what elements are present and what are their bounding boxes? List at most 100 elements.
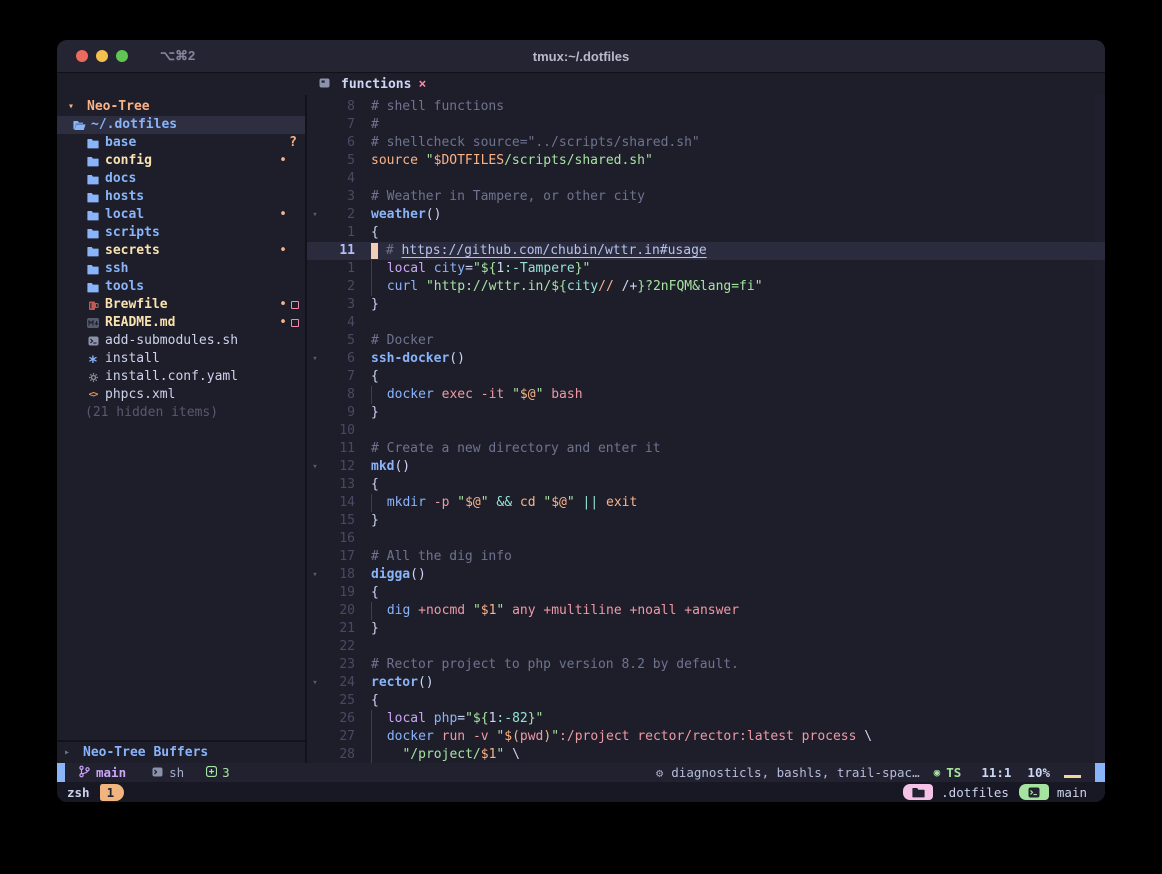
fold-column <box>307 692 323 710</box>
code-line[interactable]: ▾12mkd() <box>307 458 1105 476</box>
fold-column <box>307 116 323 134</box>
tmux-session-name[interactable]: zsh <box>67 785 90 800</box>
folder-icon <box>85 282 101 293</box>
code-line[interactable]: ▾6ssh-docker() <box>307 350 1105 368</box>
sign-column <box>355 206 371 224</box>
code-line[interactable]: 8# shell functions <box>307 98 1105 116</box>
fold-chevron-icon[interactable]: ▾ <box>307 350 323 368</box>
tree-item-secrets[interactable]: secrets• <box>57 242 305 260</box>
code-line[interactable]: 4 <box>307 314 1105 332</box>
fold-chevron-icon[interactable]: ▾ <box>307 566 323 584</box>
fold-chevron-icon[interactable]: ▾ <box>307 458 323 476</box>
tree-item-install[interactable]: *install <box>57 350 305 368</box>
code-line[interactable]: 16 <box>307 530 1105 548</box>
code-buffer[interactable]: 8# shell functions7#6# shellcheck source… <box>307 95 1105 763</box>
code-line[interactable]: 4 <box>307 170 1105 188</box>
code-line[interactable]: 11 # https://github.com/chubin/wttr.in#u… <box>307 242 1105 260</box>
tree-item-readme-md[interactable]: README.md• <box>57 314 305 332</box>
code-token: docker <box>387 728 434 746</box>
code-line[interactable]: 14 mkdir -p "$@" && cd "$@" || exit <box>307 494 1105 512</box>
buffers-section-title: Neo-Tree Buffers <box>83 745 208 760</box>
code-token <box>379 728 387 746</box>
code-line[interactable]: ▾24rector() <box>307 674 1105 692</box>
tree-item-brewfile[interactable]: Brewfile• <box>57 296 305 314</box>
code-line[interactable]: ▾2weather() <box>307 206 1105 224</box>
tree-item-tools[interactable]: tools <box>57 278 305 296</box>
tree-item-scripts[interactable]: scripts <box>57 224 305 242</box>
code-line[interactable]: 1 local city="${1:-Tampere}" <box>307 260 1105 278</box>
tree-item-add-submodules-sh[interactable]: add-submodules.sh <box>57 332 305 350</box>
text-cursor <box>371 243 378 259</box>
line-number: 8 <box>323 98 355 116</box>
code-line[interactable]: 2 curl "http://wttr.in/${city// /+}?2nFQ… <box>307 278 1105 296</box>
fold-column <box>307 746 323 763</box>
code-line[interactable]: 7{ <box>307 368 1105 386</box>
tree-item-base[interactable]: base? <box>57 134 305 152</box>
tree-item-hosts[interactable]: hosts <box>57 188 305 206</box>
code-line[interactable]: 1{ <box>307 224 1105 242</box>
tree-item-config[interactable]: config• <box>57 152 305 170</box>
code-line[interactable]: 7# <box>307 116 1105 134</box>
fold-column <box>307 530 323 548</box>
tab-label: functions <box>341 77 411 92</box>
indent-guide <box>371 728 379 746</box>
code-line[interactable]: 27 docker run -v "$(pwd)":/project recto… <box>307 728 1105 746</box>
code-line[interactable]: 15} <box>307 512 1105 530</box>
code-token <box>465 602 473 620</box>
code-line[interactable]: 3# Weather in Tampere, or other city <box>307 188 1105 206</box>
code-line[interactable]: 11# Create a new directory and enter it <box>307 440 1105 458</box>
indent-guide <box>371 746 379 763</box>
editor-pane[interactable]: 8# shell functions7#6# shellcheck source… <box>307 95 1105 763</box>
code-token: () <box>410 566 426 584</box>
tree-item-ssh[interactable]: ssh <box>57 260 305 278</box>
code-line[interactable]: 8 docker exec -it "$@" bash <box>307 386 1105 404</box>
code-token <box>379 746 402 763</box>
code-line[interactable]: 25{ <box>307 692 1105 710</box>
line-number: 2 <box>323 206 355 224</box>
code-token: docker <box>387 386 434 404</box>
code-line[interactable]: 20 dig +nocmd "$1" any +multiline +noall… <box>307 602 1105 620</box>
code-line[interactable]: 5source "$DOTFILES/scripts/shared.sh" <box>307 152 1105 170</box>
code-line[interactable]: 28 "/project/$1" \ <box>307 746 1105 763</box>
code-line[interactable]: 23# Rector project to php version 8.2 by… <box>307 656 1105 674</box>
tmux-window-badge[interactable]: 1 <box>100 784 125 801</box>
code-token <box>536 602 544 620</box>
code-line[interactable]: 10 <box>307 422 1105 440</box>
code-token: $( <box>504 728 520 746</box>
code-line[interactable]: 6# shellcheck source="../scripts/shared.… <box>307 134 1105 152</box>
titlebar[interactable]: ⌥⌘2 tmux:~/.dotfiles <box>57 40 1105 73</box>
tree-item-local[interactable]: local• <box>57 206 305 224</box>
tree-item-install-conf-yaml[interactable]: install.conf.yaml <box>57 368 305 386</box>
tree-item-label: phpcs.xml <box>105 386 175 404</box>
code-token: { <box>371 224 379 242</box>
code-line[interactable]: 21} <box>307 620 1105 638</box>
code-line[interactable]: 9} <box>307 404 1105 422</box>
tab-close-icon[interactable]: × <box>418 77 426 92</box>
neo-tree-buffers-section[interactable]: ▸ Neo-Tree Buffers <box>57 742 305 763</box>
code-line[interactable]: 26 local php="${1:-82}" <box>307 710 1105 728</box>
tree-item-phpcs-xml[interactable]: <>phpcs.xml <box>57 386 305 404</box>
window-title: tmux:~/.dotfiles <box>57 49 1105 64</box>
git-branch-segment[interactable]: main <box>79 765 126 781</box>
terminal-icon <box>1019 784 1049 800</box>
sign-column <box>355 584 371 602</box>
tree-item-docs[interactable]: docs <box>57 170 305 188</box>
code-token: " <box>496 602 504 620</box>
code-line[interactable]: 13{ <box>307 476 1105 494</box>
code-line[interactable]: 22 <box>307 638 1105 656</box>
code-line[interactable]: 19{ <box>307 584 1105 602</box>
code-line[interactable]: 17# All the dig info <box>307 548 1105 566</box>
code-line[interactable]: ▾18digga() <box>307 566 1105 584</box>
folder-open-icon <box>71 120 87 131</box>
fold-chevron-icon[interactable]: ▾ <box>307 674 323 692</box>
fold-column <box>307 188 323 206</box>
code-line[interactable]: 3} <box>307 296 1105 314</box>
tree-item-root[interactable]: ~/.dotfiles <box>57 116 305 134</box>
code-token: mkd <box>371 458 394 476</box>
code-token <box>379 602 387 620</box>
code-token: " <box>496 746 504 763</box>
tab-functions[interactable]: functions × <box>313 73 432 95</box>
fold-chevron-icon[interactable]: ▾ <box>307 206 323 224</box>
code-line[interactable]: 5# Docker <box>307 332 1105 350</box>
sign-column <box>355 98 371 116</box>
